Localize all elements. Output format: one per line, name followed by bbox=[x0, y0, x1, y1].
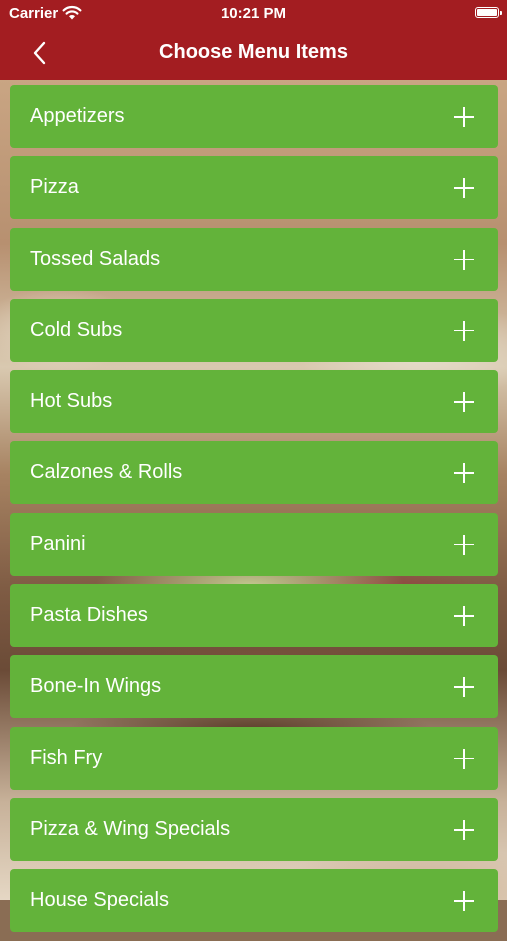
plus-icon[interactable] bbox=[454, 891, 474, 912]
plus-icon[interactable] bbox=[454, 819, 474, 840]
menu-category-calzones-rolls[interactable]: Calzones & Rolls bbox=[10, 441, 498, 505]
plus-icon[interactable] bbox=[454, 606, 474, 627]
plus-icon[interactable] bbox=[454, 249, 474, 270]
plus-icon[interactable] bbox=[454, 534, 474, 555]
menu-category-appetizers[interactable]: Appetizers bbox=[10, 85, 498, 148]
menu-category-label: Bone-In Wings bbox=[30, 675, 162, 698]
menu-category-list: Appetizers Pizza Tossed Salads Cold Subs… bbox=[10, 85, 498, 941]
navigation-bar: Choose Menu Items bbox=[0, 28, 507, 80]
plus-icon[interactable] bbox=[454, 320, 474, 341]
menu-category-label: Pasta Dishes bbox=[30, 604, 148, 627]
menu-category-label: Panini bbox=[30, 532, 86, 555]
menu-category-label: Tossed Salads bbox=[30, 247, 161, 270]
menu-category-label: House Specials bbox=[30, 889, 169, 912]
clock: 10:21 PM bbox=[220, 5, 287, 22]
menu-category-house-specials[interactable]: House Specials bbox=[10, 869, 498, 933]
battery-icon bbox=[475, 7, 502, 18]
plus-icon[interactable] bbox=[454, 463, 474, 484]
menu-category-label: Fish Fry bbox=[30, 746, 103, 769]
menu-category-label: Pizza & Wing Specials bbox=[30, 817, 231, 840]
menu-category-tossed-salads[interactable]: Tossed Salads bbox=[10, 227, 498, 291]
page-title: Choose Menu Items bbox=[159, 41, 348, 63]
menu-category-pizza[interactable]: Pizza bbox=[10, 156, 498, 220]
menu-category-label: Pizza bbox=[30, 176, 79, 199]
menu-category-cold-subs[interactable]: Cold Subs bbox=[10, 298, 498, 362]
plus-icon[interactable] bbox=[454, 748, 474, 769]
menu-category-hot-subs[interactable]: Hot Subs bbox=[10, 370, 498, 434]
plus-icon[interactable] bbox=[454, 677, 474, 698]
menu-category-label: Hot Subs bbox=[30, 390, 113, 413]
menu-category-fish-fry[interactable]: Fish Fry bbox=[10, 726, 498, 790]
status-bar: Carrier 10:21 PM bbox=[0, 0, 507, 28]
menu-category-pasta-dishes[interactable]: Pasta Dishes bbox=[10, 584, 498, 648]
menu-category-label: Calzones & Rolls bbox=[30, 461, 183, 484]
menu-category-pizza-wing-specials[interactable]: Pizza & Wing Specials bbox=[10, 797, 498, 861]
menu-category-label: Appetizers bbox=[30, 105, 125, 127]
menu-category-label: Cold Subs bbox=[30, 318, 123, 341]
menu-category-panini[interactable]: Panini bbox=[10, 512, 498, 576]
plus-icon[interactable] bbox=[454, 178, 474, 199]
plus-icon[interactable] bbox=[454, 107, 474, 127]
header: Carrier 10:21 PM Choose Menu Items bbox=[0, 0, 507, 80]
menu-category-bone-in-wings[interactable]: Bone-In Wings bbox=[10, 655, 498, 719]
plus-icon[interactable] bbox=[454, 392, 474, 413]
